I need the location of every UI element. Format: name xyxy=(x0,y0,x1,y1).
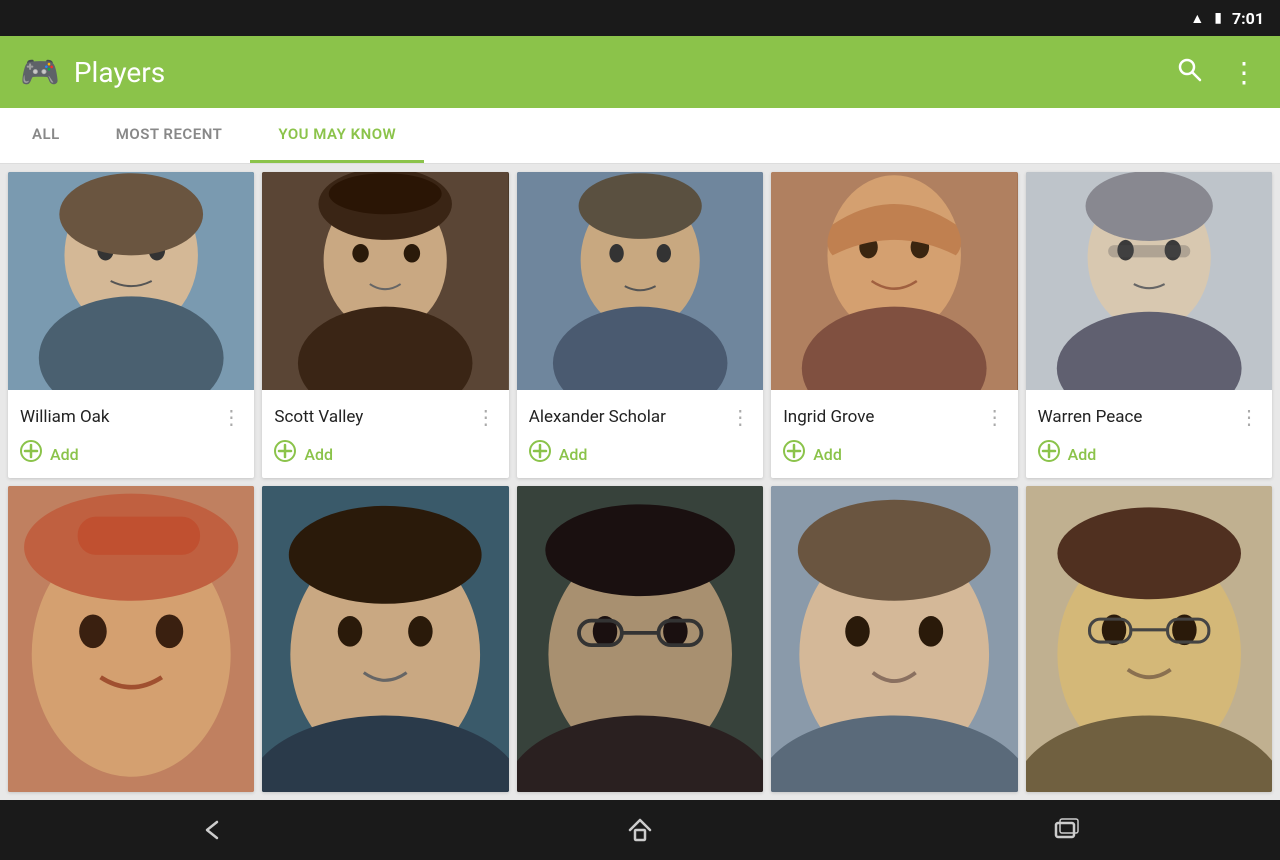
player-info: William Oak ⋮ xyxy=(8,390,254,434)
player-grid: William Oak ⋮ Add xyxy=(8,172,1272,792)
player-card: Ingrid Grove ⋮ Add xyxy=(771,172,1017,478)
player-card xyxy=(262,486,508,792)
player-photo xyxy=(771,486,1017,792)
add-button[interactable]: Add xyxy=(50,445,79,464)
tab-most-recent[interactable]: MOST RECENT xyxy=(88,108,251,163)
player-photo xyxy=(517,486,763,792)
status-time: 7:01 xyxy=(1232,9,1264,28)
player-card: Scott Valley ⋮ Add xyxy=(262,172,508,478)
recent-apps-button[interactable] xyxy=(1027,810,1107,850)
content-area: William Oak ⋮ Add xyxy=(0,164,1280,800)
player-more-icon[interactable]: ⋮ xyxy=(1239,407,1260,427)
player-name: Scott Valley xyxy=(274,407,363,427)
player-photo xyxy=(1026,486,1272,792)
search-icon[interactable] xyxy=(1176,56,1202,89)
wifi-icon: ▲ xyxy=(1190,10,1204,27)
player-info: Scott Valley ⋮ xyxy=(262,390,508,434)
bottom-nav xyxy=(0,800,1280,860)
player-info: Alexander Scholar ⋮ xyxy=(517,390,763,434)
status-bar: ▲ ▮ 7:01 xyxy=(0,0,1280,36)
app-title: Players xyxy=(74,56,165,89)
home-button[interactable] xyxy=(600,810,680,850)
player-name: William Oak xyxy=(20,407,110,427)
add-circle-icon xyxy=(20,440,42,468)
player-card xyxy=(517,486,763,792)
tabs-bar: ALL MOST RECENT YOU MAY KNOW xyxy=(0,108,1280,164)
player-card: Warren Peace ⋮ Add xyxy=(1026,172,1272,478)
player-action: Add xyxy=(262,434,508,478)
player-name: Warren Peace xyxy=(1038,407,1143,427)
player-more-icon[interactable]: ⋮ xyxy=(730,407,751,427)
add-circle-icon xyxy=(783,440,805,468)
player-card xyxy=(1026,486,1272,792)
app-bar-left: 🎮 Players xyxy=(20,53,1176,91)
player-photo xyxy=(262,486,508,792)
player-photo xyxy=(1026,172,1272,390)
player-photo xyxy=(8,486,254,792)
player-more-icon[interactable]: ⋮ xyxy=(985,407,1006,427)
tab-you-may-know[interactable]: YOU MAY KNOW xyxy=(250,108,424,163)
add-button[interactable]: Add xyxy=(559,445,588,464)
tab-all[interactable]: ALL xyxy=(0,108,88,163)
player-photo xyxy=(517,172,763,390)
add-circle-icon xyxy=(1038,440,1060,468)
player-info: Ingrid Grove ⋮ xyxy=(771,390,1017,434)
add-button[interactable]: Add xyxy=(304,445,333,464)
player-name: Alexander Scholar xyxy=(529,407,666,427)
player-action: Add xyxy=(517,434,763,478)
app-bar-right: ⋮ xyxy=(1176,56,1260,89)
app-bar: 🎮 Players ⋮ xyxy=(0,36,1280,108)
gamepad-icon: 🎮 xyxy=(20,53,60,91)
add-circle-icon xyxy=(274,440,296,468)
add-button[interactable]: Add xyxy=(1068,445,1097,464)
player-more-icon[interactable]: ⋮ xyxy=(476,407,497,427)
player-photo xyxy=(771,172,1017,390)
player-info: Warren Peace ⋮ xyxy=(1026,390,1272,434)
add-circle-icon xyxy=(529,440,551,468)
player-card xyxy=(771,486,1017,792)
player-more-icon[interactable]: ⋮ xyxy=(221,407,242,427)
player-action: Add xyxy=(1026,434,1272,478)
add-button[interactable]: Add xyxy=(813,445,842,464)
more-vert-icon[interactable]: ⋮ xyxy=(1230,56,1260,89)
player-action: Add xyxy=(771,434,1017,478)
player-photo xyxy=(262,172,508,390)
player-action: Add xyxy=(8,434,254,478)
back-button[interactable] xyxy=(173,810,253,850)
player-name: Ingrid Grove xyxy=(783,407,874,427)
player-card: William Oak ⋮ Add xyxy=(8,172,254,478)
player-card: Alexander Scholar ⋮ Add xyxy=(517,172,763,478)
player-card xyxy=(8,486,254,792)
battery-icon: ▮ xyxy=(1214,10,1222,26)
player-photo xyxy=(8,172,254,390)
